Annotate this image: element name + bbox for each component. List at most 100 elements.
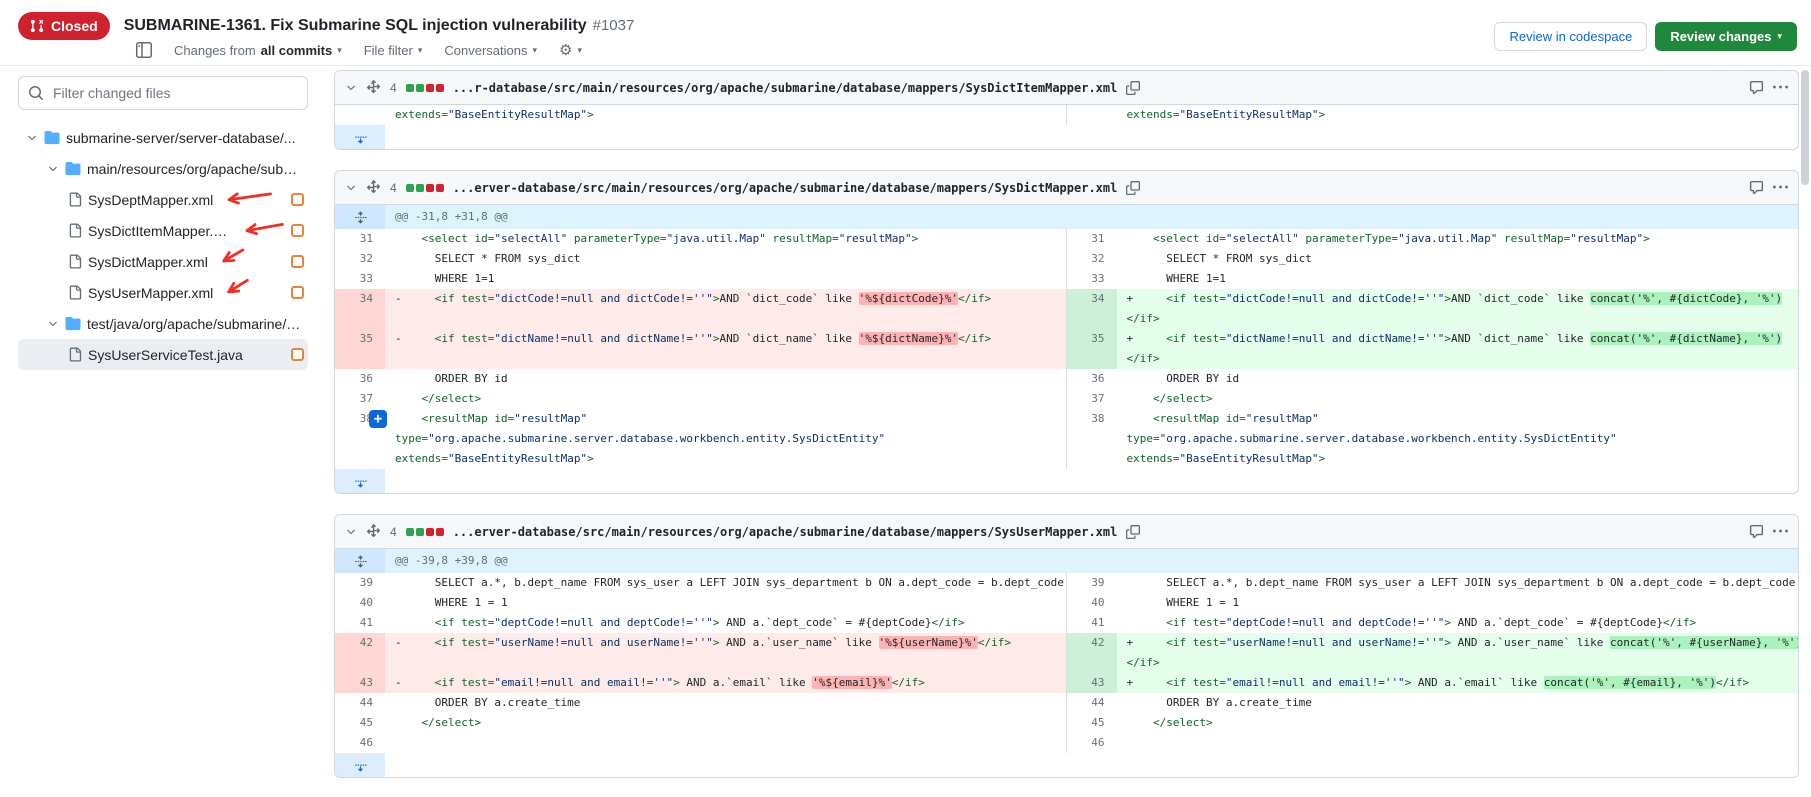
line-number[interactable]: 37 <box>1067 389 1117 409</box>
page-scrollbar-thumb[interactable] <box>1801 70 1809 185</box>
line-number[interactable]: 43 <box>1067 673 1117 693</box>
tree-folder-test-java-org-apache-submarine-s[interactable]: test/java/org/apache/submarine/s... <box>18 308 308 339</box>
line-number[interactable]: 33 <box>1067 269 1117 289</box>
line-number[interactable]: 31 <box>335 229 385 249</box>
file-comment-button[interactable] <box>1749 180 1764 195</box>
line-number[interactable]: 40 <box>335 593 385 613</box>
file-options-kebab[interactable] <box>1773 80 1788 95</box>
collapse-file-chevron-icon[interactable] <box>345 182 357 194</box>
expand-down-button[interactable] <box>335 753 385 777</box>
expand-down-button[interactable] <box>335 125 385 149</box>
collapse-file-chevron-icon[interactable] <box>345 82 357 94</box>
changes-from-dropdown[interactable]: Changes from all commits ▾ <box>174 43 342 58</box>
line-number[interactable]: 45 <box>1067 713 1117 733</box>
line-number[interactable] <box>1067 449 1117 469</box>
tree-folder-main-resources-org-apache-subm[interactable]: main/resources/org/apache/subm... <box>18 153 308 184</box>
line-number[interactable]: 35 <box>335 329 385 369</box>
file-options-kebab[interactable] <box>1773 524 1788 539</box>
review-changes-button[interactable]: Review changes ▾ <box>1655 22 1797 51</box>
copy-file-path-button[interactable] <box>1126 81 1140 95</box>
line-number[interactable] <box>1067 105 1117 125</box>
diffstat-squares <box>406 84 444 92</box>
annotation-arrow-icon <box>226 185 274 207</box>
tree-folder-submarine-server-server-database[interactable]: submarine-server/server-database/... <box>18 122 308 153</box>
copy-file-path-button[interactable] <box>1126 525 1140 539</box>
drag-handle-icon[interactable] <box>366 524 381 539</box>
tree-file-sysdeptmapper-xml[interactable]: SysDeptMapper.xml <box>18 184 308 215</box>
conversations-label: Conversations <box>444 43 527 58</box>
line-number[interactable]: 42 <box>1067 633 1117 673</box>
line-number[interactable] <box>335 105 385 125</box>
conversations-dropdown[interactable]: Conversations ▾ <box>444 43 537 58</box>
diff-side-new: 33 WHERE 1=1 <box>1067 269 1799 289</box>
line-number[interactable]: 44 <box>1067 693 1117 713</box>
line-number[interactable]: 35 <box>1067 329 1117 369</box>
line-number[interactable]: 34 <box>335 289 385 329</box>
line-number[interactable]: 32 <box>335 249 385 269</box>
file-comment-button[interactable] <box>1749 80 1764 95</box>
line-number[interactable]: 46 <box>1067 733 1117 753</box>
line-number[interactable]: 31 <box>1067 229 1117 249</box>
file-filter-dropdown[interactable]: File filter ▾ <box>364 43 423 58</box>
line-number[interactable]: 45 <box>335 713 385 733</box>
diffstat-squares <box>406 184 444 192</box>
tree-file-sysdictitemmapper-xml[interactable]: SysDictItemMapper.xml <box>18 215 308 246</box>
line-number[interactable]: 44 <box>335 693 385 713</box>
expand-hunk-button[interactable] <box>335 205 385 229</box>
tree-file-sysdictmapper-xml[interactable]: SysDictMapper.xml <box>18 246 308 277</box>
line-number[interactable]: 32 <box>1067 249 1117 269</box>
collapse-file-chevron-icon[interactable] <box>345 526 357 538</box>
line-number[interactable]: 33 <box>335 269 385 289</box>
tree-file-sysuserservicetest-java[interactable]: SysUserServiceTest.java <box>18 339 308 370</box>
file-tree-sidebar: submarine-server/server-database/...main… <box>0 66 326 797</box>
diff-side-new: 36 ORDER BY id <box>1067 369 1799 389</box>
review-changes-label: Review changes <box>1670 29 1771 44</box>
tree-file-sysusermapper-xml[interactable]: SysUserMapper.xml <box>18 277 308 308</box>
expand-hunk-button[interactable] <box>335 549 385 573</box>
line-number[interactable]: 41 <box>335 613 385 633</box>
line-number[interactable]: 43 <box>335 673 385 693</box>
code-line: <if test="deptCode!=null and deptCode!='… <box>395 613 1066 633</box>
line-number[interactable]: 39 <box>335 573 385 593</box>
add-line-comment-button[interactable]: + <box>369 410 387 428</box>
line-number[interactable]: 36 <box>1067 369 1117 389</box>
line-number[interactable]: 41 <box>1067 613 1117 633</box>
line-number[interactable]: 34 <box>1067 289 1117 329</box>
code-line: extends="BaseEntityResultMap"> <box>395 105 1066 125</box>
filter-changed-files-input[interactable] <box>18 76 308 110</box>
code-cell: - <if test="userName!=null and userName!… <box>385 633 1066 673</box>
drag-handle-icon[interactable] <box>366 180 381 195</box>
line-number[interactable] <box>335 449 385 469</box>
code-cell: + <if test="email!=null and email!=''"> … <box>1117 673 1799 693</box>
diff-row: 44 ORDER BY a.create_time44 ORDER BY a.c… <box>335 693 1798 713</box>
code-cell: WHERE 1 = 1 <box>385 593 1066 613</box>
file-tree-toggle-button[interactable] <box>136 42 152 58</box>
line-number[interactable]: 39 <box>1067 573 1117 593</box>
line-number[interactable]: 36 <box>335 369 385 389</box>
file-options-kebab[interactable] <box>1773 180 1788 195</box>
diff-table: @@ -31,8 +31,8 @@31 <select id="selectAl… <box>335 205 1798 493</box>
line-number[interactable] <box>1067 429 1117 449</box>
diff-settings-dropdown[interactable]: ⚙ ▾ <box>559 43 582 58</box>
file-comment-button[interactable] <box>1749 524 1764 539</box>
drag-handle-icon[interactable] <box>366 80 381 95</box>
expand-down-button[interactable] <box>335 469 385 493</box>
line-number[interactable]: 46 <box>335 733 385 753</box>
expand-row-body <box>385 753 1798 777</box>
copy-file-path-button[interactable] <box>1126 181 1140 195</box>
file-path-link[interactable]: ...erver-database/src/main/resources/org… <box>453 181 1118 195</box>
line-number[interactable]: 40 <box>1067 593 1117 613</box>
line-number[interactable] <box>335 429 385 449</box>
code-line: - <if test="dictCode!=null and dictCode!… <box>395 289 1066 309</box>
code-cell: SELECT * FROM sys_dict <box>385 249 1066 269</box>
line-number[interactable]: 38 <box>1067 409 1117 429</box>
review-in-codespace-button[interactable]: Review in codespace <box>1494 22 1647 51</box>
expand-row-body <box>385 469 1798 493</box>
diffstat-square <box>426 84 434 92</box>
file-path-link[interactable]: ...r-database/src/main/resources/org/apa… <box>453 81 1118 95</box>
line-number[interactable]: 42 <box>335 633 385 673</box>
code-line <box>395 733 1066 753</box>
file-path-link[interactable]: ...erver-database/src/main/resources/org… <box>453 525 1118 539</box>
code-cell: - <if test="dictCode!=null and dictCode!… <box>385 289 1066 329</box>
line-number[interactable]: 37 <box>335 389 385 409</box>
